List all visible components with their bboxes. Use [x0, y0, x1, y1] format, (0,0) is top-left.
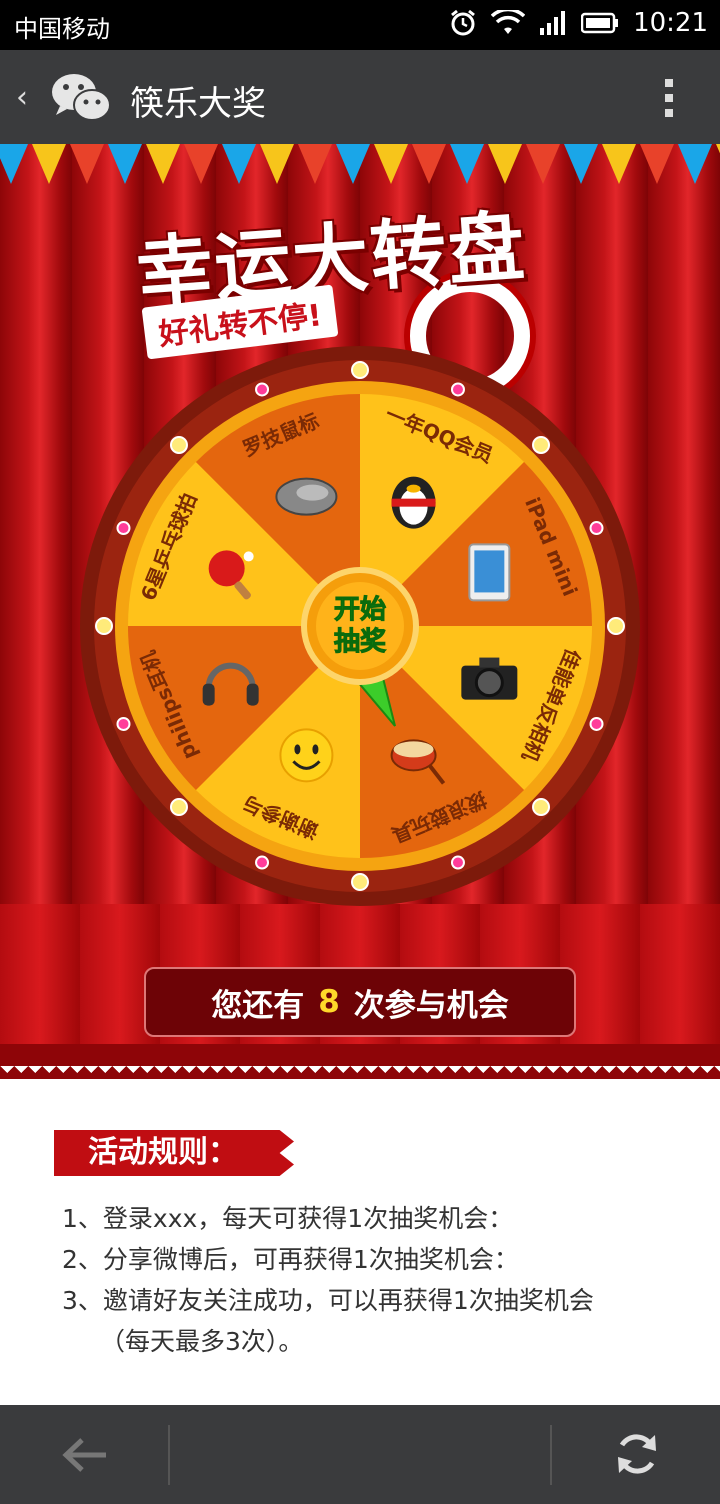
prize-wheel: 一年QQ会员iPad mini佳能单反相机拨浪鼓玩具谢谢参与philips耳机6…: [80, 346, 640, 906]
back-chevron-icon[interactable]: ‹: [16, 80, 28, 115]
signal-icon: [540, 11, 566, 35]
status-bar: 中国移动 10:21: [0, 0, 720, 50]
wheel-bulb: [95, 617, 113, 635]
pennant-flag: [146, 144, 180, 184]
rule-item: 3、邀请好友关注成功，可以再获得1次抽奖机会: [62, 1286, 594, 1315]
page-title: 筷乐大奖: [130, 84, 266, 124]
wechat-logo-icon: [52, 74, 111, 121]
pennant-flag: [184, 144, 218, 184]
toolbar-divider: [168, 1425, 170, 1485]
pennant-flag: [260, 144, 294, 184]
zigzag-divider: [0, 1066, 720, 1080]
smiley-icon: [279, 728, 334, 783]
pennant-flag: [108, 144, 142, 184]
pennant-flag: [412, 144, 446, 184]
lottery-stage: 幸运大转盘 好礼转不停! 一年QQ会员 iPad mini 佳能单反相机 拨浪鼓玩具谢…: [0, 144, 720, 1079]
start-label-1: 开始: [334, 595, 386, 625]
pennant-flag: [70, 144, 104, 184]
browser-bottom-bar: [0, 1405, 720, 1504]
rule-item: 2、分享微博后，可再获得1次抽奖机会：: [62, 1245, 519, 1274]
more-menu-icon[interactable]: [664, 78, 674, 118]
pennant-flag: [298, 144, 332, 184]
title-bar: ‹ 筷乐大奖: [0, 50, 720, 144]
chances-count: 8: [318, 984, 340, 1020]
toolbar-divider: [550, 1425, 552, 1485]
wheel-bulb: [589, 716, 604, 731]
chances-suffix: 次参与机会: [353, 987, 509, 1024]
rule-item: 1、登录xxx，每天可获得1次抽奖机会：: [62, 1204, 514, 1233]
remaining-chances-banner: 您还有 8 次参与机会: [144, 967, 576, 1037]
wheel-bulb: [169, 435, 188, 454]
rules-section: 活动规则： 1、登录xxx，每天可获得1次抽奖机会： 2、分享微博后，可再获得1…: [0, 1080, 720, 1405]
chances-prefix: 您还有: [211, 987, 305, 1024]
clock-label: 10:21: [633, 8, 708, 38]
carrier-label: 中国移动: [14, 15, 110, 43]
wheel-bulb: [450, 855, 465, 870]
start-button[interactable]: 开始 抽奖: [301, 567, 419, 685]
pennant-flag: [336, 144, 370, 184]
pennant-flag: [602, 144, 636, 184]
battery-icon: [581, 12, 619, 34]
pennant-flag: [0, 144, 28, 184]
rules-heading: 活动规则：: [54, 1130, 294, 1176]
wheel-bulb: [116, 716, 131, 731]
tablet-icon: [468, 543, 511, 602]
wheel-bulb: [169, 798, 188, 817]
wheel-bulb: [532, 798, 551, 817]
wifi-icon: [491, 10, 526, 34]
wheel-bulb: [255, 855, 270, 870]
wheel-bulb: [532, 435, 551, 454]
qq-penguin-icon: [391, 476, 436, 529]
pennant-flag: [640, 144, 674, 184]
pennant-flag: [716, 144, 720, 154]
pennant-flag: [374, 144, 408, 184]
wheel-bulb: [607, 617, 625, 635]
pennant-flag: [526, 144, 560, 184]
pennant-flag: [488, 144, 522, 184]
pennant-flag: [222, 144, 256, 184]
rules-list: 1、登录xxx，每天可获得1次抽奖机会： 2、分享微博后，可再获得1次抽奖机会：…: [62, 1198, 702, 1362]
wheel-bulb: [589, 521, 604, 536]
mouse-icon: [275, 477, 338, 516]
pennant-flag: [678, 144, 712, 184]
wheel-bulb: [450, 382, 465, 397]
refresh-icon[interactable]: [612, 1429, 662, 1479]
pennant-flag: [564, 144, 598, 184]
wheel-bulb: [116, 521, 131, 536]
wheel-bulb: [255, 382, 270, 397]
start-label-2: 抽奖: [334, 626, 387, 657]
wheel-bulb: [351, 361, 369, 379]
wheel-bulb: [351, 873, 369, 891]
back-arrow-icon[interactable]: [60, 1435, 110, 1475]
pennant-flag: [450, 144, 484, 184]
pennant-flag: [32, 144, 66, 184]
alarm-icon: [451, 9, 475, 36]
rule-item-continuation: （每天最多3次）。: [100, 1327, 304, 1356]
